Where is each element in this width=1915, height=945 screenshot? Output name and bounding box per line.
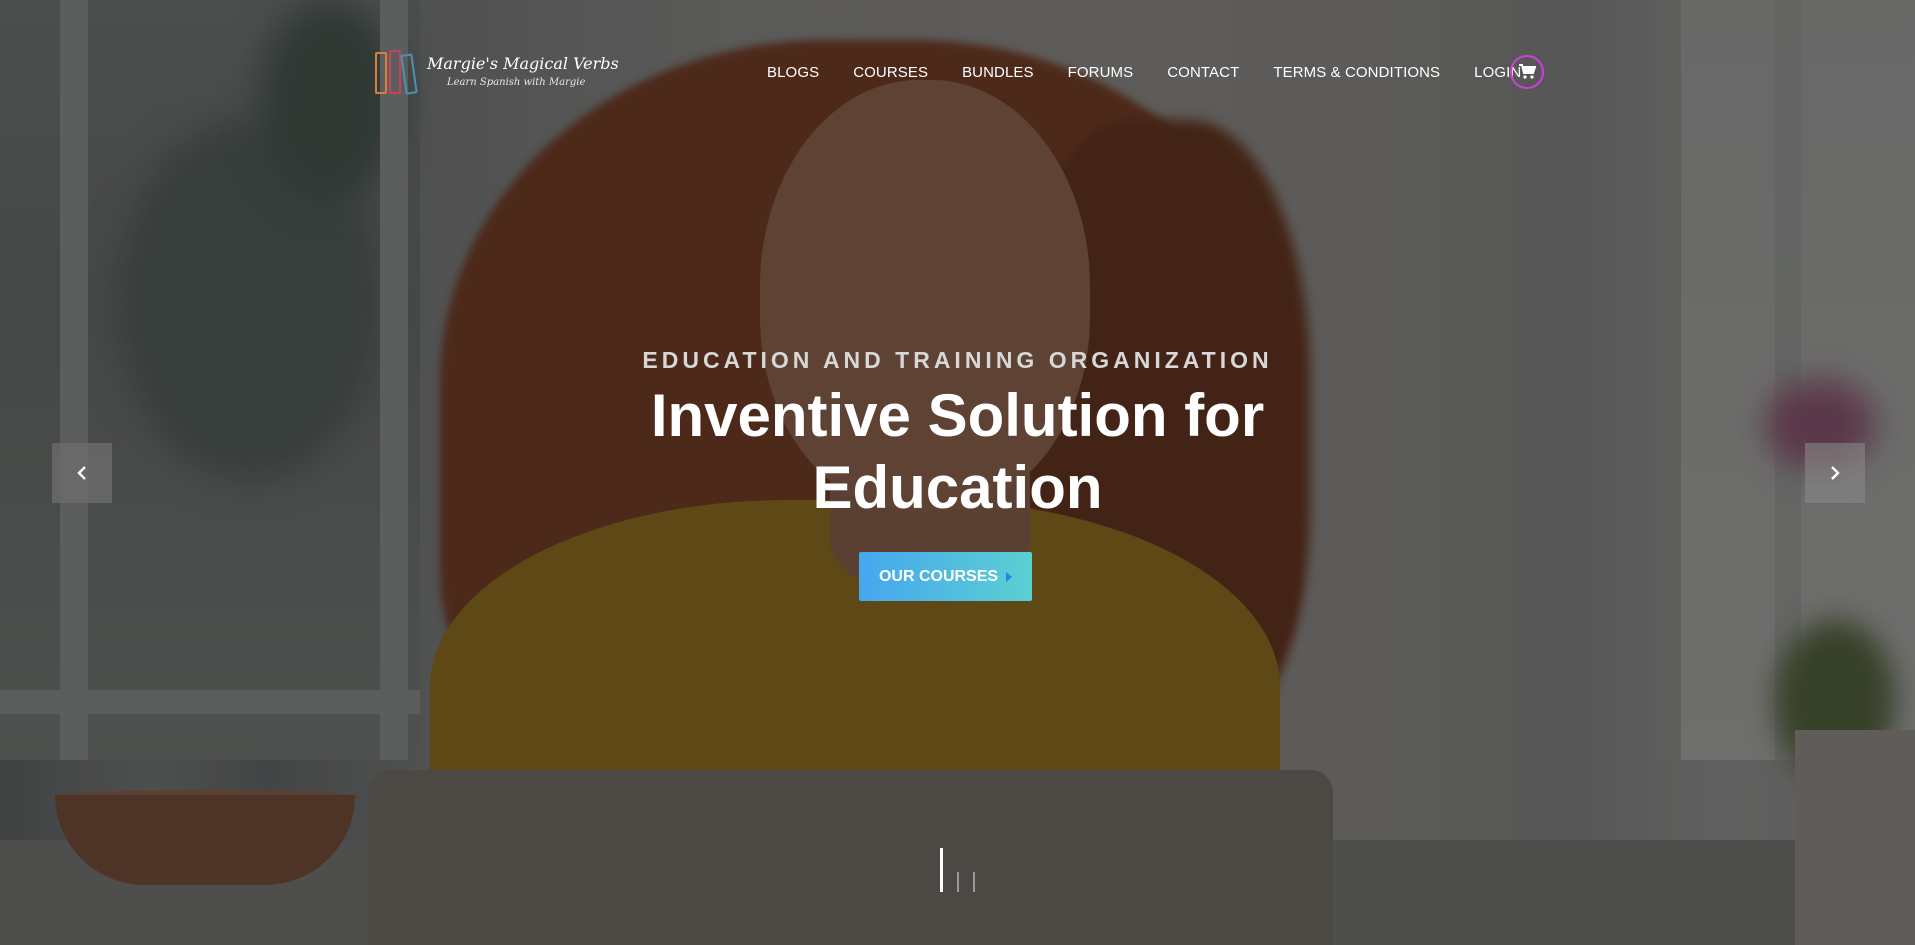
- chevron-right-icon: [1831, 466, 1840, 480]
- slider-pagination: [940, 848, 975, 892]
- books-icon: [375, 50, 418, 95]
- hero-headline-line1: Inventive Solution for: [650, 382, 1265, 449]
- logo-subtitle: Learn Spanish with Margie: [447, 77, 586, 88]
- slider-next-button[interactable]: [1805, 443, 1865, 503]
- our-courses-label: OUR COURSES: [878, 567, 999, 585]
- slide-indicator-2[interactable]: [957, 872, 959, 892]
- nav-courses[interactable]: COURSES: [853, 64, 928, 81]
- slide-indicator-1[interactable]: [940, 848, 943, 892]
- site-logo[interactable]: Margie's Magical Verbs Learn Spanish wit…: [375, 50, 619, 95]
- main-nav: BLOGS COURSES BUNDLES FORUMS CONTACT TER…: [767, 64, 1521, 81]
- logo-title: Margie's Magical Verbs: [427, 54, 619, 73]
- slider-prev-button[interactable]: [52, 443, 112, 503]
- our-courses-button[interactable]: OUR COURSES: [859, 552, 1032, 601]
- cart-button[interactable]: [1510, 55, 1544, 89]
- cart-icon: [1519, 64, 1536, 79]
- play-arrow-icon: [1006, 571, 1013, 582]
- nav-terms-conditions[interactable]: TERMS & CONDITIONS: [1273, 64, 1440, 81]
- nav-contact[interactable]: CONTACT: [1167, 64, 1239, 81]
- chevron-left-icon: [77, 466, 86, 480]
- hero-eyebrow: EDUCATION AND TRAINING ORGANIZATION: [642, 347, 1273, 373]
- nav-forums[interactable]: FORUMS: [1068, 64, 1134, 81]
- hero-headline: Inventive Solution for Education: [0, 380, 1915, 524]
- nav-blogs[interactable]: BLOGS: [767, 64, 819, 81]
- slide-indicator-3[interactable]: [973, 872, 975, 892]
- hero-headline-line2: Education: [812, 454, 1103, 521]
- nav-bundles[interactable]: BUNDLES: [962, 64, 1034, 81]
